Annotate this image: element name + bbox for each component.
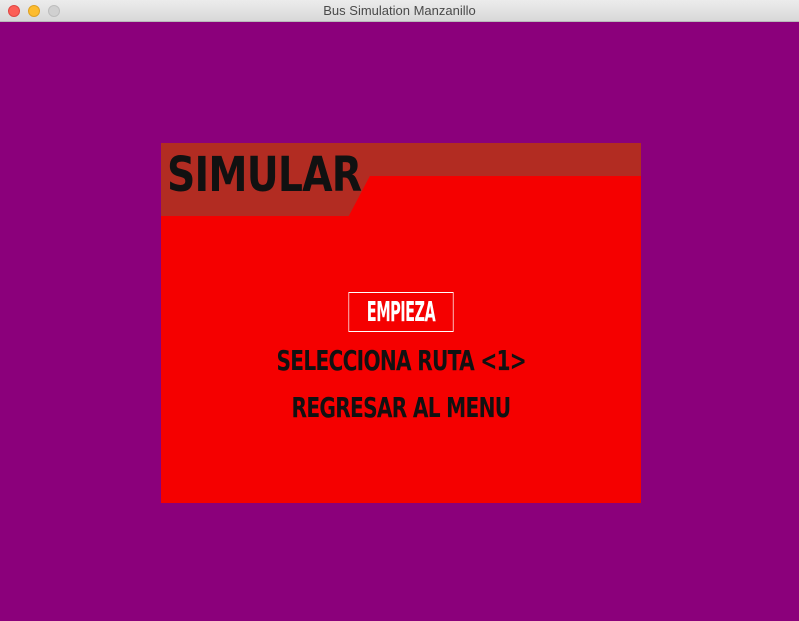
window-title: Bus Simulation Manzanillo xyxy=(323,3,476,18)
panel-title: SIMULAR xyxy=(167,147,362,203)
start-button[interactable]: EMPIEZA xyxy=(348,292,454,332)
app-window: Bus Simulation Manzanillo SIMULAR EMPIEZ… xyxy=(0,0,799,621)
back-to-menu-item[interactable]: REGRESAR AL MENU xyxy=(161,391,641,425)
start-menu-item[interactable]: EMPIEZA xyxy=(161,292,641,332)
start-label: EMPIEZA xyxy=(366,295,436,328)
select-route-menu-item[interactable]: SELECCIONA RUTA <1> xyxy=(161,344,641,378)
game-canvas: SIMULAR EMPIEZA SELECCIONA RUTA <1> REGR… xyxy=(0,22,799,621)
title-bar[interactable]: Bus Simulation Manzanillo xyxy=(0,0,799,22)
select-route-label: SELECCIONA RUTA <1> xyxy=(276,344,526,377)
back-to-menu-label: REGRESAR AL MENU xyxy=(291,391,512,424)
simulate-panel: SIMULAR EMPIEZA SELECCIONA RUTA <1> REGR… xyxy=(161,143,641,503)
